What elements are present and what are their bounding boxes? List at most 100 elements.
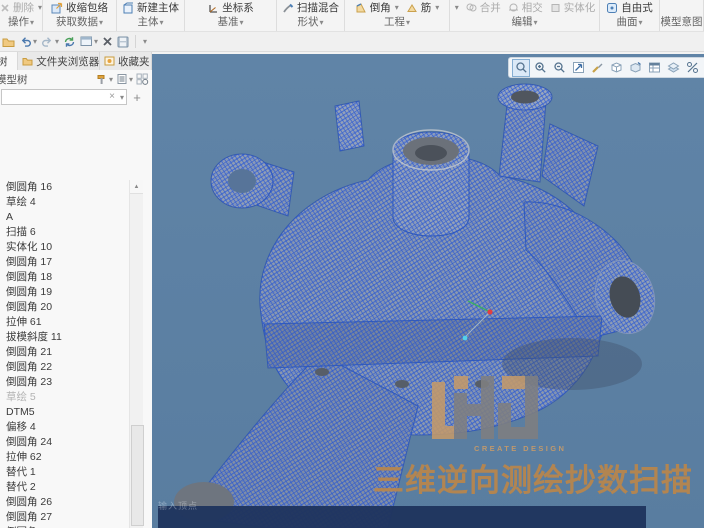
- folder-browser-icon: [22, 56, 33, 66]
- tree-item[interactable]: 拉伸 62: [0, 450, 128, 465]
- tree-scrollbar[interactable]: ▲: [129, 180, 143, 528]
- delete-icon: [0, 3, 10, 13]
- tree-item[interactable]: 倒圆角 23: [0, 375, 128, 390]
- view-manager-icon[interactable]: [645, 59, 663, 77]
- tree-item[interactable]: 倒圆角 19: [0, 285, 128, 300]
- graphics-toolbar: [508, 57, 704, 78]
- tree-filter-icon[interactable]: [136, 73, 149, 85]
- group-label-get-data[interactable]: 获取数据: [43, 16, 116, 31]
- refit-icon[interactable]: [569, 59, 587, 77]
- tree-show-icon[interactable]: [116, 73, 133, 85]
- tab-favorites[interactable]: 收藏夹: [100, 52, 152, 70]
- group-label-datum[interactable]: 基准: [185, 16, 276, 31]
- group-label-shapes[interactable]: 形状: [277, 16, 344, 31]
- ribbon-group-shapes: 扫描混合 形状: [277, 0, 345, 31]
- datum-display-icon[interactable]: [664, 59, 682, 77]
- freestyle-button[interactable]: 自由式: [606, 0, 653, 15]
- open-file-icon[interactable]: [2, 36, 15, 48]
- tree-item[interactable]: 倒圆角 24: [0, 435, 128, 450]
- new-body-button[interactable]: 新建主体: [122, 0, 179, 15]
- delete-label: 删除: [13, 0, 34, 15]
- tree-item[interactable]: 实体化 10: [0, 240, 128, 255]
- undo-icon[interactable]: [19, 36, 37, 47]
- tree-item[interactable]: 倒圆角 17: [0, 255, 128, 270]
- tab-folder-browser[interactable]: 文件夹浏览器: [18, 52, 100, 70]
- search-expand-button[interactable]: +: [130, 90, 144, 104]
- merge-button[interactable]: 合并: [466, 0, 501, 15]
- tree-item[interactable]: 草绘 4: [0, 195, 128, 210]
- regenerate-icon[interactable]: [63, 36, 76, 48]
- more-commands-icon[interactable]: [142, 37, 147, 46]
- tree-item[interactable]: 拉伸 61: [0, 315, 128, 330]
- tab-model-tree-label: 模型树: [0, 54, 8, 69]
- search-input[interactable]: ×: [1, 89, 127, 105]
- rib-button[interactable]: 筋: [406, 0, 440, 15]
- window-switch-icon[interactable]: [80, 36, 98, 47]
- zoom-in-icon[interactable]: [531, 59, 549, 77]
- ribbon-group-body: 新建主体 主体: [117, 0, 185, 31]
- scrollbar-up-icon[interactable]: ▲: [130, 180, 143, 194]
- merge-label: 合并: [480, 0, 501, 15]
- freestyle-label: 自由式: [621, 0, 653, 15]
- tree-item[interactable]: DTM5: [0, 405, 128, 420]
- model-viewport[interactable]: [152, 54, 704, 528]
- save-icon[interactable]: [117, 36, 129, 48]
- rib-label: 筋: [421, 0, 432, 15]
- tree-item[interactable]: 扫描 6: [0, 225, 128, 240]
- swept-blend-button[interactable]: 扫描混合: [282, 0, 339, 15]
- new-body-label: 新建主体: [137, 0, 179, 15]
- tree-item[interactable]: 倒圆角 27: [0, 510, 128, 525]
- gallery-dropdown-button[interactable]: [454, 3, 459, 12]
- tree-item[interactable]: 草绘 5: [0, 390, 128, 405]
- swept-blend-label: 扫描混合: [297, 0, 339, 15]
- tree-item[interactable]: 替代 1: [0, 465, 128, 480]
- quick-access-toolbar: [0, 31, 704, 52]
- ribbon-group-operations: 删除 操作: [0, 0, 43, 31]
- ribbon-group-datum: 坐标系 基准: [185, 0, 277, 31]
- delete-button[interactable]: 删除: [0, 0, 42, 15]
- model-tree: 倒圆角 16草绘 4A扫描 6实体化 10倒圆角 17倒圆角 18倒圆角 19倒…: [0, 180, 128, 528]
- tree-item[interactable]: 倒圆角 16: [0, 180, 128, 195]
- group-label-body[interactable]: 主体: [117, 16, 184, 31]
- search-clear-icon[interactable]: ×: [109, 92, 115, 102]
- display-style-icon[interactable]: [607, 59, 625, 77]
- annotation-display-icon[interactable]: [683, 59, 701, 77]
- scrollbar-thumb[interactable]: [131, 425, 144, 526]
- group-label-editing[interactable]: 编辑: [450, 16, 599, 31]
- tree-item[interactable]: 倒圆角 22: [0, 360, 128, 375]
- repaint-icon[interactable]: [588, 59, 606, 77]
- group-label-operations[interactable]: 操作: [0, 16, 42, 31]
- intersect-icon: [508, 2, 519, 13]
- new-body-icon: [122, 2, 134, 14]
- tab-model-tree[interactable]: 模型树: [0, 52, 18, 70]
- chamfer-button[interactable]: 倒角: [355, 0, 399, 15]
- saved-orientations-icon[interactable]: [626, 59, 644, 77]
- tree-item[interactable]: 拔模斜度 11: [0, 330, 128, 345]
- csys-button[interactable]: 坐标系: [207, 0, 254, 15]
- intersect-button[interactable]: 相交: [508, 0, 543, 15]
- tree-item[interactable]: 倒圆角 20: [0, 300, 128, 315]
- intersect-label: 相交: [522, 0, 543, 15]
- canvas-hint: 输入顶点: [158, 499, 198, 512]
- zoom-out-icon[interactable]: [550, 59, 568, 77]
- solidify-icon: [550, 2, 561, 13]
- shrinkwrap-button[interactable]: 收缩包络: [51, 0, 108, 15]
- tree-item[interactable]: 倒圆角 21: [0, 345, 128, 360]
- group-label-surfaces[interactable]: 曲面: [600, 16, 659, 31]
- search-options-icon[interactable]: [119, 93, 124, 102]
- shrinkwrap-label: 收缩包络: [66, 0, 108, 15]
- tree-item[interactable]: 偏移 4: [0, 420, 128, 435]
- tree-item[interactable]: 替代 2: [0, 480, 128, 495]
- solidify-button[interactable]: 实体化: [550, 0, 596, 15]
- tree-tools-icon[interactable]: [96, 73, 113, 85]
- close-window-icon[interactable]: [102, 36, 113, 47]
- group-label-model-intent[interactable]: 模型意图: [660, 16, 703, 31]
- graphics-canvas[interactable]: 输入顶点 CREATE DESIGN 三维逆向测绘抄数扫描: [152, 54, 704, 528]
- tree-item[interactable]: 倒圆角 26: [0, 495, 128, 510]
- tree-item[interactable]: 倒圆角 18: [0, 270, 128, 285]
- group-label-engineering[interactable]: 工程: [345, 16, 449, 31]
- zoom-box-icon[interactable]: [512, 59, 530, 77]
- redo-icon[interactable]: [41, 36, 59, 47]
- tree-item[interactable]: A: [0, 210, 128, 225]
- ribbon-group-editing: 合并 相交 实体化 编辑: [450, 0, 600, 31]
